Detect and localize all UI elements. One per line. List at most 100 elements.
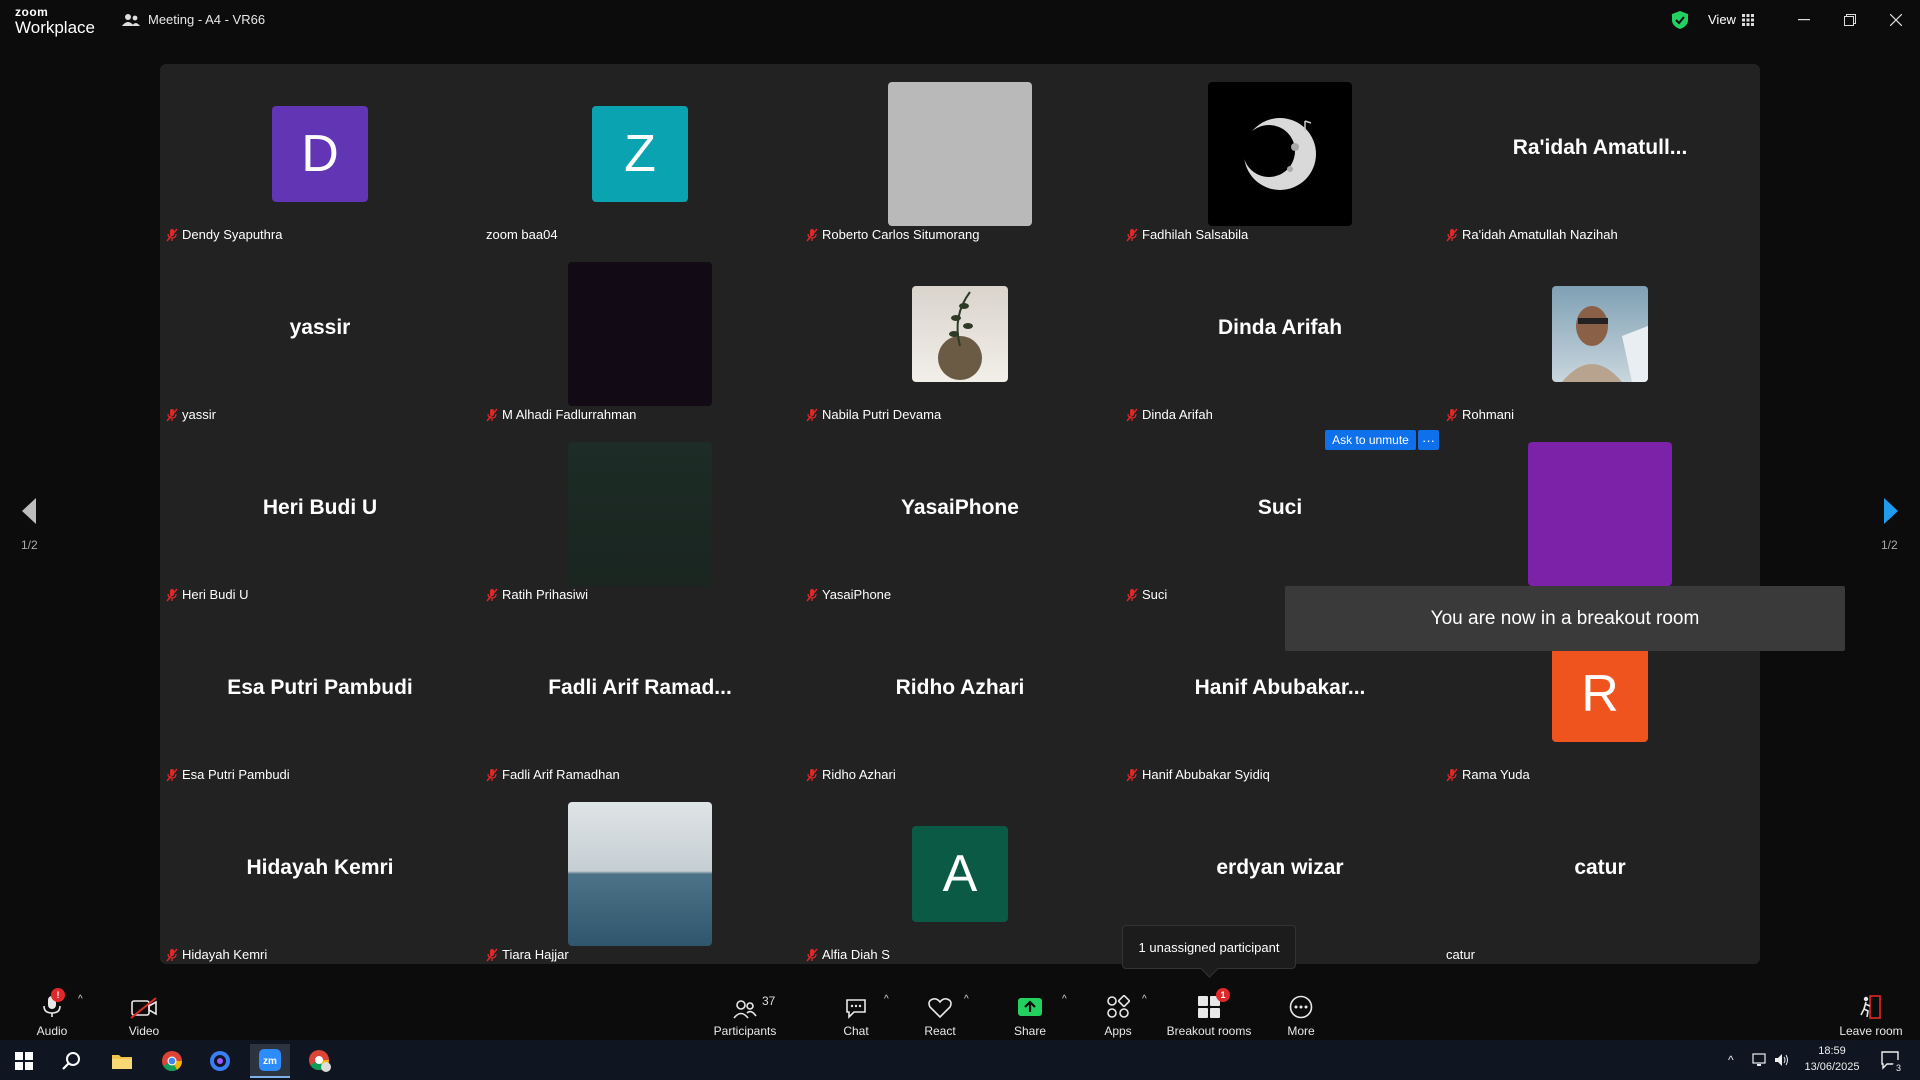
participant-name: Hidayah Kemri xyxy=(182,947,268,962)
chat-options-caret-icon[interactable]: ^ xyxy=(884,994,889,1005)
participant-tile[interactable]: Suci Suci xyxy=(1120,424,1440,604)
participant-tile[interactable]: Esa Putri Pambudi Esa Putri Pambudi xyxy=(160,604,480,784)
participant-tile[interactable]: A Alfia Diah S xyxy=(800,784,1120,964)
participant-name: Ridho Azhari xyxy=(822,767,896,782)
participant-display-name: Ra'idah Amatull... xyxy=(1512,136,1688,159)
unassigned-participant-tooltip: 1 unassigned participant xyxy=(1122,925,1296,969)
previous-page-arrow-icon[interactable] xyxy=(18,496,40,526)
participant-tile[interactable]: YasaiPhone YasaiPhone xyxy=(800,424,1120,604)
participant-name: Hanif Abubakar Syidiq xyxy=(1142,767,1270,782)
more-label: More xyxy=(1287,1024,1315,1038)
ask-to-unmute-button[interactable]: Ask to unmute xyxy=(1325,430,1416,450)
network-icon[interactable] xyxy=(1752,1053,1768,1067)
audio-warning-badge: ! xyxy=(51,988,65,1002)
react-label: React xyxy=(924,1024,956,1038)
meeting-toolbar: Audio ! ^ Video Participants 37 Chat ^ R… xyxy=(0,980,1920,1040)
meeting-info[interactable]: Meeting - A4 - VR66 xyxy=(122,12,265,27)
video-label: Video xyxy=(128,1024,160,1038)
react-button[interactable]: React xyxy=(900,984,980,1038)
chrome-button[interactable] xyxy=(152,1044,192,1078)
participant-tile[interactable]: Roberto Carlos Situmorang xyxy=(800,64,1120,244)
minimize-button[interactable] xyxy=(1790,8,1818,32)
logo-workplace-text: Workplace xyxy=(15,18,95,37)
muted-microphone-icon xyxy=(166,948,178,961)
participant-tile[interactable]: M Alhadi Fadlurrahman xyxy=(480,244,800,424)
chrome-profile-button[interactable] xyxy=(300,1044,340,1078)
windows-logo-icon xyxy=(15,1052,33,1070)
opera-gx-icon xyxy=(210,1051,230,1071)
participant-name-label: Ratih Prihasiwi xyxy=(486,587,588,602)
file-explorer-button[interactable] xyxy=(102,1044,142,1078)
participant-avatar: R xyxy=(1552,646,1648,742)
video-button[interactable]: Video xyxy=(104,984,184,1038)
volume-icon[interactable] xyxy=(1774,1053,1790,1067)
share-button[interactable]: Share xyxy=(990,984,1070,1038)
participant-name-label: yassir xyxy=(166,407,216,422)
browser-button[interactable] xyxy=(200,1044,240,1078)
participant-tile[interactable]: Dinda Arifah Dinda Arifah xyxy=(1120,244,1440,424)
chat-button[interactable]: Chat xyxy=(816,984,896,1038)
participant-name-label: Esa Putri Pambudi xyxy=(166,767,290,782)
participant-display-name: Fadli Arif Ramad... xyxy=(548,676,732,699)
participant-tile[interactable]: Hidayah Kemri Hidayah Kemri xyxy=(160,784,480,964)
muted-microphone-icon xyxy=(486,588,498,601)
close-button[interactable] xyxy=(1882,8,1910,32)
search-button[interactable] xyxy=(52,1044,92,1078)
muted-microphone-icon xyxy=(486,408,498,421)
start-button[interactable] xyxy=(4,1044,44,1078)
participant-name-label: Rohmani xyxy=(1446,407,1514,422)
react-options-caret-icon[interactable]: ^ xyxy=(964,994,969,1005)
apps-options-caret-icon[interactable]: ^ xyxy=(1142,994,1147,1005)
participant-name-label: Ra'idah Amatullah Nazihah xyxy=(1446,227,1618,242)
participant-name: Dendy Syaputhra xyxy=(182,227,283,242)
participant-tile[interactable]: Rohmani xyxy=(1440,244,1760,424)
participant-tile[interactable]: Zzoom baa04 xyxy=(480,64,800,244)
participant-display-name: Ridho Azhari xyxy=(895,676,1025,699)
participant-tile[interactable]: catur catur xyxy=(1440,784,1760,964)
logo-zoom-text: zoom xyxy=(15,5,49,19)
clock[interactable]: 18:59 13/06/2025 xyxy=(1798,1043,1866,1075)
clock-time: 18:59 xyxy=(1818,1045,1846,1057)
participant-tile[interactable]: Heri Budi U Heri Budi U xyxy=(160,424,480,604)
chrome-icon xyxy=(162,1051,183,1072)
muted-microphone-icon xyxy=(1126,228,1138,241)
participant-name-label: YasaiPhone xyxy=(806,587,891,602)
next-page-arrow-icon[interactable] xyxy=(1880,496,1902,526)
participant-tile[interactable]: D Dendy Syaputhra xyxy=(160,64,480,244)
leave-room-button[interactable]: Leave room xyxy=(1830,984,1912,1038)
minimize-icon xyxy=(1798,19,1810,21)
participant-tile[interactable]: Ra'idah Amatull... Ra'idah Amatullah Nazi… xyxy=(1440,64,1760,244)
participant-tile[interactable]: Ridho Azhari Ridho Azhari xyxy=(800,604,1120,784)
notification-count: 3 xyxy=(1893,1060,1904,1076)
participant-name: Suci xyxy=(1142,587,1168,602)
participant-tile[interactable]: Tiara Hajjar xyxy=(480,784,800,964)
participant-name-label: Hanif Abubakar Syidiq xyxy=(1126,767,1270,782)
participant-tile[interactable]: Fadhilah Salsabila xyxy=(1120,64,1440,244)
participants-button[interactable]: Participants xyxy=(705,984,785,1038)
participant-name-label: Roberto Carlos Situmorang xyxy=(806,227,980,242)
shield-icon[interactable] xyxy=(1672,11,1688,29)
participant-video xyxy=(568,802,712,946)
participant-name: Esa Putri Pambudi xyxy=(182,767,290,782)
participant-tile[interactable]: Ratih Prihasiwi xyxy=(480,424,800,604)
participant-tile[interactable]: Era Malau xyxy=(1440,424,1760,604)
restore-button[interactable] xyxy=(1836,8,1864,32)
audio-options-caret-icon[interactable]: ^ xyxy=(78,994,83,1005)
share-options-caret-icon[interactable]: ^ xyxy=(1062,994,1067,1005)
participant-tile[interactable]: Nabila Putri Devama xyxy=(800,244,1120,424)
muted-microphone-icon xyxy=(1446,768,1458,781)
tile-more-options-button[interactable]: ··· xyxy=(1418,430,1439,450)
participant-tile[interactable]: Fadli Arif Ramad... Fadli Arif Ramadhan xyxy=(480,604,800,784)
zoom-taskbar-button[interactable]: zm xyxy=(250,1044,290,1078)
breakout-rooms-button[interactable]: Breakout rooms xyxy=(1159,984,1259,1038)
tray-overflow-icon[interactable]: ^ xyxy=(1728,1052,1734,1068)
apps-button[interactable]: Apps xyxy=(1078,984,1158,1038)
participant-tile[interactable]: yassir yassir xyxy=(160,244,480,424)
close-icon xyxy=(1890,14,1902,26)
more-button[interactable]: More xyxy=(1261,984,1341,1038)
chat-label: Chat xyxy=(843,1024,869,1038)
view-button[interactable]: View xyxy=(1708,12,1754,27)
participant-video xyxy=(1528,442,1672,586)
participant-name: Rohmani xyxy=(1462,407,1515,422)
video-off-icon xyxy=(130,997,157,1019)
